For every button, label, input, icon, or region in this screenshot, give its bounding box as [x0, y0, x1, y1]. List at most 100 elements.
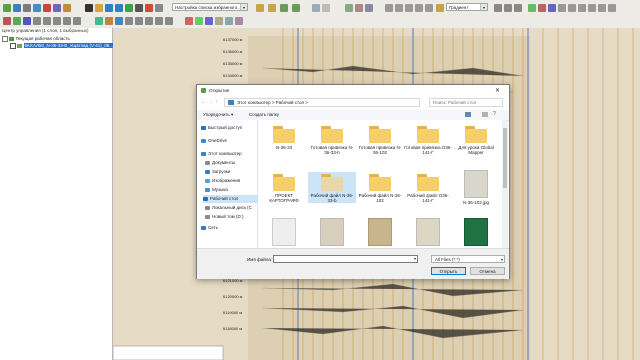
nav-item-drive-c[interactable]: Локальный диск (C: [205, 204, 260, 212]
select-tool-icon[interactable]: [85, 4, 93, 12]
save-icon[interactable]: [23, 4, 31, 12]
nav-item-quick-access[interactable]: Быстрый доступ: [201, 124, 256, 132]
file-item[interactable]: Готовая привязка O36-141-Г: [404, 126, 452, 155]
cancel-button[interactable]: Отмена: [470, 267, 505, 275]
feature-3-icon[interactable]: [405, 4, 413, 12]
preview-pane-icon[interactable]: [482, 112, 488, 117]
export-icon[interactable]: [33, 4, 41, 12]
tool-2-icon[interactable]: [13, 17, 21, 25]
file-item[interactable]: Готовая привязка N-36-102: [356, 126, 404, 155]
home-icon[interactable]: [135, 4, 143, 12]
point-icon[interactable]: [115, 17, 123, 25]
terrain-2-icon[interactable]: [292, 4, 300, 12]
back-arrow-icon[interactable]: ←: [201, 99, 206, 105]
lidar-2-icon[interactable]: [538, 4, 546, 12]
shader-icon[interactable]: [256, 4, 264, 12]
file-item[interactable]: [260, 218, 308, 248]
open-button[interactable]: Открыть: [431, 267, 466, 275]
shader-2-icon[interactable]: [268, 4, 276, 12]
measure-icon[interactable]: [155, 4, 163, 12]
file-item[interactable]: Готовая привязка N-36-33-b: [308, 126, 356, 155]
flag-2-icon[interactable]: [195, 17, 203, 25]
feature-2-icon[interactable]: [395, 4, 403, 12]
favorites-combo[interactable]: Настройка списка избранного... ▾: [172, 3, 248, 11]
tool-icon[interactable]: [3, 17, 11, 25]
style-3-icon[interactable]: [165, 17, 173, 25]
open-file-icon[interactable]: [13, 4, 21, 12]
breadcrumb-item[interactable]: Этот компьютер: [237, 100, 271, 105]
lidar-5-icon[interactable]: [568, 4, 576, 12]
line-icon[interactable]: [95, 17, 103, 25]
file-item[interactable]: ПРОЕКТ КАРТОГРАФФ: [260, 174, 308, 203]
file-item[interactable]: Рабочий файл N-36-102: [356, 174, 404, 203]
nav-item-music[interactable]: Музыка: [205, 186, 260, 194]
lidar-3-icon[interactable]: [548, 4, 556, 12]
area-icon[interactable]: [105, 17, 113, 25]
tool-5-icon[interactable]: [43, 17, 51, 25]
file-type-select[interactable]: All Files (*.*) ▾: [431, 255, 505, 263]
file-item[interactable]: N-36-102.jpg: [452, 170, 500, 205]
feature-icon[interactable]: [385, 4, 393, 12]
nav-item-network[interactable]: Сеть: [201, 224, 256, 232]
style-2-icon[interactable]: [155, 17, 163, 25]
file-item[interactable]: [452, 218, 500, 248]
up-arrow-icon[interactable]: ↑: [215, 99, 218, 105]
style-icon[interactable]: [145, 17, 153, 25]
file-item[interactable]: [308, 218, 356, 248]
tool-7-icon[interactable]: [63, 17, 71, 25]
forward-arrow-icon[interactable]: →: [208, 99, 213, 105]
file-item[interactable]: Для урока Global Mapper: [452, 126, 500, 155]
gradient-combo[interactable]: Градиент ▾: [446, 3, 488, 11]
collapse-icon[interactable]: [2, 36, 8, 42]
workspace-icon[interactable]: [53, 4, 61, 12]
zoom-out-icon[interactable]: [115, 4, 123, 12]
lidar-icon[interactable]: [528, 4, 536, 12]
tool-6-icon[interactable]: [53, 17, 61, 25]
view-mode-icon[interactable]: [465, 112, 471, 117]
label-icon[interactable]: [135, 17, 143, 25]
tool-4-icon[interactable]: [33, 17, 41, 25]
file-item[interactable]: N-36-33: [260, 126, 308, 150]
terrain-icon[interactable]: [280, 4, 288, 12]
feature-5-icon[interactable]: [425, 4, 433, 12]
gradient-icon[interactable]: [436, 4, 444, 12]
file-item[interactable]: [356, 218, 404, 248]
zoom-full-icon[interactable]: [125, 4, 133, 12]
text-icon[interactable]: [125, 17, 133, 25]
layer-tree-item[interactable]: 8KKAЛ50_N-36-33-В_Ущатлад (V-41)_08...: [10, 43, 115, 49]
settings-2-icon[interactable]: [504, 4, 512, 12]
layer-icon[interactable]: [312, 4, 320, 12]
scrollbar-thumb[interactable]: [503, 128, 507, 188]
breadcrumb-item[interactable]: Рабочий стол: [276, 100, 304, 105]
tool-8-icon[interactable]: [73, 17, 81, 25]
lidar-7-icon[interactable]: [588, 4, 596, 12]
help-icon[interactable]: ?: [493, 111, 496, 117]
lidar-6-icon[interactable]: [578, 4, 586, 12]
open-data-icon[interactable]: [3, 4, 11, 12]
digitize-icon[interactable]: [345, 4, 353, 12]
flag-4-icon[interactable]: [215, 17, 223, 25]
lidar-8-icon[interactable]: [598, 4, 606, 12]
search-input[interactable]: Поиск: Рабочий стол: [429, 98, 503, 107]
file-item[interactable]: Рабочий файл O36-141-Г: [404, 174, 452, 203]
nav-item-drive-d[interactable]: Новый том (D:): [205, 213, 260, 221]
filename-input[interactable]: ▾: [273, 255, 418, 263]
settings-3-icon[interactable]: [514, 4, 522, 12]
flag-icon[interactable]: [185, 17, 193, 25]
lidar-4-icon[interactable]: [558, 4, 566, 12]
grid-icon[interactable]: [322, 4, 330, 12]
zoom-in-icon[interactable]: [105, 4, 113, 12]
vertical-scrollbar[interactable]: [502, 120, 508, 248]
workspace-tree-item[interactable]: Текущая рабочая область: [2, 36, 70, 42]
flag-5-icon[interactable]: [225, 17, 233, 25]
layer-checkbox[interactable]: [10, 43, 16, 49]
nav-item-this-pc[interactable]: Этот компьютер: [201, 150, 256, 158]
tool-3-icon[interactable]: [23, 17, 31, 25]
nav-item-downloads[interactable]: Загрузки: [205, 168, 260, 176]
vertex-icon[interactable]: [365, 4, 373, 12]
nav-item-onedrive[interactable]: OneDrive: [201, 137, 256, 145]
back-view-icon[interactable]: [145, 4, 153, 12]
edit-icon[interactable]: [355, 4, 363, 12]
dialog-titlebar[interactable]: Открытие ✕: [197, 85, 509, 96]
config-icon[interactable]: [63, 4, 71, 12]
